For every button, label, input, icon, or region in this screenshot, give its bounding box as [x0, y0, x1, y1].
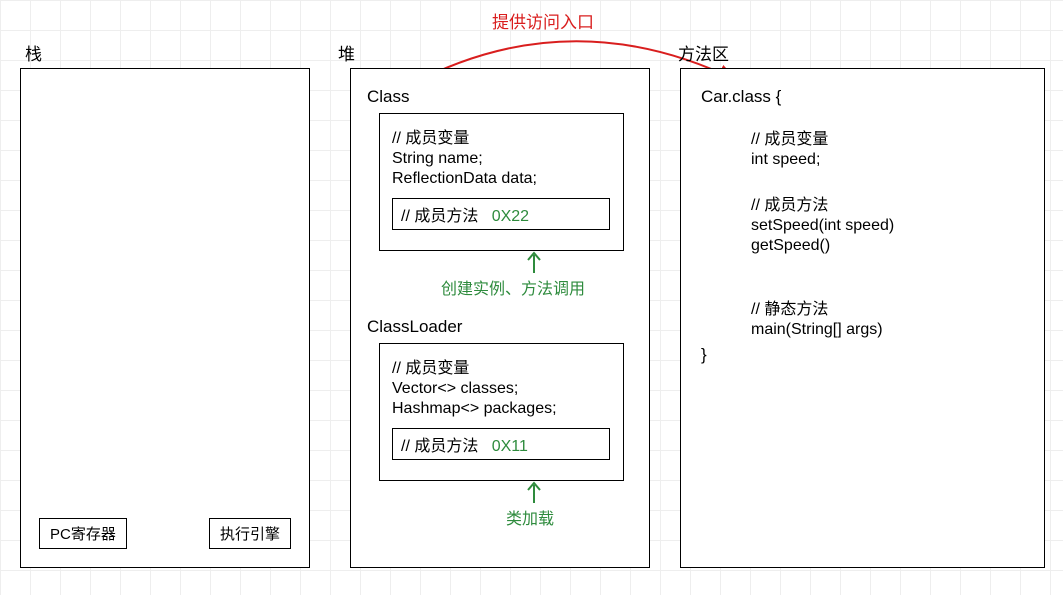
class-inner-box: // 成员变量 String name; ReflectionData data…: [379, 113, 624, 251]
heap-box: Class // 成员变量 String name; ReflectionDat…: [350, 68, 650, 568]
method-area-label: 方法区: [678, 40, 729, 65]
loader-field-comment: // 成员变量: [392, 354, 611, 378]
loader-method-addr: 0X11: [492, 438, 528, 455]
loader-field1: Vector<> classes;: [392, 380, 611, 398]
car-method-comment: // 成员方法: [751, 191, 1024, 215]
car-static-comment: // 静态方法: [751, 295, 1024, 319]
stack-label: 栈: [25, 40, 42, 65]
class-field2: ReflectionData data;: [392, 170, 611, 188]
class-note: 创建实例、方法调用: [441, 275, 585, 299]
car-static1: main(String[] args): [751, 321, 1024, 339]
car-decl: Car.class {: [701, 87, 1024, 107]
car-field-comment: // 成员变量: [751, 125, 1024, 149]
class-method-comment: // 成员方法: [401, 208, 478, 225]
class-method-box: // 成员方法 0X22: [392, 198, 610, 230]
arrow-label: 提供访问入口: [492, 8, 594, 33]
classloader-title: ClassLoader: [367, 317, 462, 337]
pc-register: PC寄存器: [39, 518, 127, 549]
loader-field2: Hashmap<> packages;: [392, 400, 611, 418]
class-field1: String name;: [392, 150, 611, 168]
car-method1: setSpeed(int speed): [751, 217, 1024, 235]
exec-engine: 执行引擎: [209, 518, 291, 549]
car-field1: int speed;: [751, 151, 1024, 169]
class-field-comment: // 成员变量: [392, 124, 611, 148]
class-title: Class: [367, 87, 410, 107]
class-arrow-icon: [524, 251, 544, 276]
loader-method-comment: // 成员方法: [401, 438, 478, 455]
class-method-addr: 0X22: [492, 208, 529, 225]
loader-arrow-icon: [524, 481, 544, 506]
car-method2: getSpeed(): [751, 237, 1024, 255]
method-area-box: Car.class { // 成员变量 int speed; // 成员方法 s…: [680, 68, 1045, 568]
loader-note: 类加载: [506, 505, 554, 529]
classloader-inner-box: // 成员变量 Vector<> classes; Hashmap<> pack…: [379, 343, 624, 481]
heap-label: 堆: [338, 40, 355, 65]
car-close: }: [701, 345, 1024, 365]
stack-box: PC寄存器 执行引擎: [20, 68, 310, 568]
loader-method-box: // 成员方法 0X11: [392, 428, 610, 460]
